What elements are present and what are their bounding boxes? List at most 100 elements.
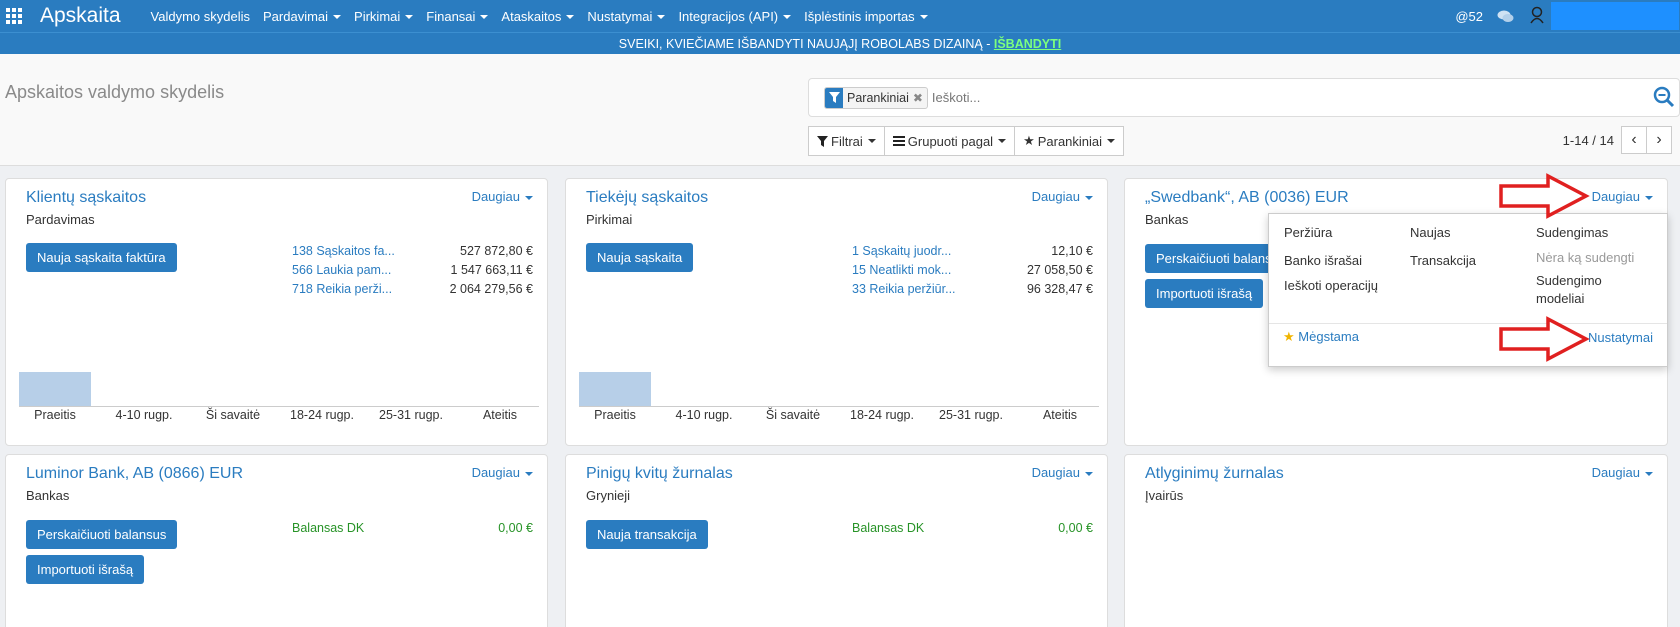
pager: 1-14 / 14 ‹ › (1563, 126, 1672, 154)
dropdown-item-nera-ka-sudengti: Nėra ką sudengti (1536, 250, 1635, 265)
menu-item-isplestinis-importas[interactable]: Išplėstinis importas (804, 9, 928, 24)
chart-baseline (579, 406, 1099, 407)
facet-label: Parankiniai (847, 90, 909, 105)
new-bill-button[interactable]: Nauja sąskaita (586, 243, 694, 272)
dropdown-item-banko-israsai[interactable]: Banko išrašai (1284, 253, 1362, 268)
stat-link[interactable]: 33 Reikia peržiūr... (852, 282, 956, 296)
user-avatar-icon[interactable] (1529, 6, 1545, 27)
chart-label: Ši savaitė (205, 408, 261, 422)
dropdown-item-sudengimo-modeliai[interactable]: Sudengimo modeliai (1536, 272, 1646, 308)
dropdown-item-ieskoti-operaciju[interactable]: Ieškoti operacijų (1284, 278, 1378, 293)
card-title[interactable]: „Swedbank“, AB (0036) EUR (1145, 189, 1349, 207)
group-by-button[interactable]: Grupuoti pagal (883, 126, 1016, 156)
promo-banner: SVEIKI, KVIEČIAME IŠBANDYTI NAUJĄJĮ ROBO… (0, 32, 1680, 54)
user-menu-box[interactable] (1551, 2, 1679, 30)
chevron-down-icon (998, 139, 1007, 143)
more-dropdown-menu: Peržiūra Banko išrašai Ieškoti operacijų… (1268, 213, 1668, 367)
chart-label: Ateitis (1042, 408, 1078, 422)
chevron-down-icon (525, 195, 533, 200)
chevron-left-icon: ‹ (1631, 131, 1637, 148)
menu-item-pardavimai[interactable]: Pardavimai (263, 9, 342, 24)
menu-item-valdymo-skydelis[interactable]: Valdymo skydelis (151, 9, 250, 24)
menu-item-ataskaitos[interactable]: Ataskaitos (501, 9, 575, 24)
favorite-toggle[interactable]: ★ Mėgstama (1283, 329, 1359, 345)
apps-grid-icon[interactable] (6, 8, 22, 24)
stat-link[interactable]: 138 Sąskaitos fa... (292, 244, 395, 258)
stat-link[interactable]: 566 Laukia pam... (292, 263, 391, 277)
page-title: Apskaitos valdymo skydelis (5, 82, 225, 102)
group-by-label: Grupuoti pagal (907, 133, 994, 149)
search-input[interactable] (931, 90, 1532, 105)
chart-bar[interactable] (19, 372, 91, 406)
chevron-down-icon (480, 15, 489, 20)
filters-button[interactable]: Filtrai (808, 126, 885, 156)
stat-link[interactable]: 15 Neatlikti mok... (852, 263, 951, 277)
menu-item-pirkimai[interactable]: Pirkimai (354, 9, 414, 24)
card-title[interactable]: Klientų sąskaitos (26, 189, 146, 207)
menu-item-nustatymai[interactable]: Nustatymai (587, 9, 666, 24)
chart-label: 4-10 rugp. (675, 408, 733, 422)
card-subtitle: Pardavimas (26, 212, 95, 227)
stat-link[interactable]: 1 Sąskaitų juodr... (852, 244, 951, 258)
pager-next-button[interactable]: › (1646, 126, 1672, 154)
recalculate-balance-button[interactable]: Perskaičiuoti balansus (26, 520, 178, 549)
chart-label: Ateitis (482, 408, 518, 422)
search-icon[interactable] (1653, 86, 1675, 111)
app-brand[interactable]: Apskaita (40, 4, 121, 28)
card-subtitle: Pirkimai (586, 212, 633, 227)
menu-item-finansai[interactable]: Finansai (426, 9, 489, 24)
card-title[interactable]: Atlyginimų žurnalas (1145, 465, 1284, 483)
chevron-down-icon (1085, 195, 1093, 200)
chevron-down-icon (1085, 471, 1093, 476)
filters-label: Filtrai (831, 133, 863, 149)
chart-label: 18-24 rugp. (290, 408, 354, 422)
import-statement-button[interactable]: Importuoti išrašą (1145, 279, 1264, 308)
pager-previous-button[interactable]: ‹ (1621, 126, 1647, 154)
more-dropdown-toggle[interactable]: Daugiau (1592, 189, 1653, 204)
dropdown-item-sudengimas[interactable]: Sudengimas (1536, 225, 1608, 240)
control-panel: Apskaitos valdymo skydelis Parankiniai ✖… (0, 54, 1680, 166)
stat-value: 2 064 279,56 € (449, 282, 533, 296)
dropdown-divider (1269, 323, 1667, 324)
menu-item-integracijos[interactable]: Integracijos (API) (678, 9, 792, 24)
chart-label: 25-31 rugp. (939, 408, 1003, 422)
more-dropdown-toggle[interactable]: Daugiau (472, 465, 533, 480)
more-dropdown-toggle[interactable]: Daugiau (1032, 465, 1093, 480)
chevron-down-icon (1107, 139, 1116, 143)
chart-label: Praeitis (34, 408, 76, 422)
chart-bar[interactable] (579, 372, 651, 406)
dropdown-item-naujas[interactable]: Naujas (1410, 225, 1450, 240)
mentions-badge[interactable]: @52 (1455, 9, 1483, 24)
banner-try-link[interactable]: IŠBANDYTI (994, 37, 1061, 51)
chat-icon[interactable] (1497, 10, 1514, 22)
search-box: Parankiniai ✖ (808, 78, 1680, 117)
settings-link[interactable]: Nustatymai (1588, 330, 1653, 345)
more-dropdown-toggle[interactable]: Daugiau (472, 189, 533, 204)
card-title[interactable]: Pinigų kvitų žurnalas (586, 465, 733, 483)
remove-facet-icon[interactable]: ✖ (913, 91, 927, 105)
chevron-down-icon (405, 15, 414, 20)
stat-link[interactable]: 718 Reikia perži... (292, 282, 392, 296)
card-title[interactable]: Luminor Bank, AB (0866) EUR (26, 465, 243, 483)
chart-label: 25-31 rugp. (379, 408, 443, 422)
new-transaction-button[interactable]: Nauja transakcija (586, 520, 708, 549)
card-title[interactable]: Tiekėjų sąskaitos (586, 189, 708, 207)
main-menu: Valdymo skydelis Pardavimai Pirkimai Fin… (151, 9, 941, 24)
search-options-group: Filtrai Grupuoti pagal ★ Parankiniai (808, 126, 1125, 156)
filter-icon (825, 87, 843, 108)
import-statement-button[interactable]: Importuoti išrašą (26, 555, 145, 584)
banner-text: SVEIKI, KVIEČIAME IŠBANDYTI NAUJĄJĮ ROBO… (618, 37, 994, 51)
favorites-button[interactable]: ★ Parankiniai (1014, 126, 1125, 156)
chart-baseline (19, 406, 539, 407)
stat-value: 527 872,80 € (460, 244, 533, 258)
annotation-arrow-icon (1499, 316, 1590, 362)
dropdown-item-perziura[interactable]: Peržiūra (1284, 225, 1332, 240)
new-invoice-button[interactable]: Nauja sąskaita faktūra (26, 243, 177, 272)
dropdown-item-transakcija[interactable]: Transakcija (1410, 253, 1476, 268)
more-dropdown-toggle[interactable]: Daugiau (1032, 189, 1093, 204)
annotation-arrow-icon (1499, 173, 1590, 219)
favorites-label: Parankiniai (1037, 133, 1103, 149)
more-dropdown-toggle[interactable]: Daugiau (1592, 465, 1653, 480)
pager-value[interactable]: 1-14 / 14 (1563, 133, 1614, 148)
stat-value: 12,10 € (1051, 244, 1093, 258)
